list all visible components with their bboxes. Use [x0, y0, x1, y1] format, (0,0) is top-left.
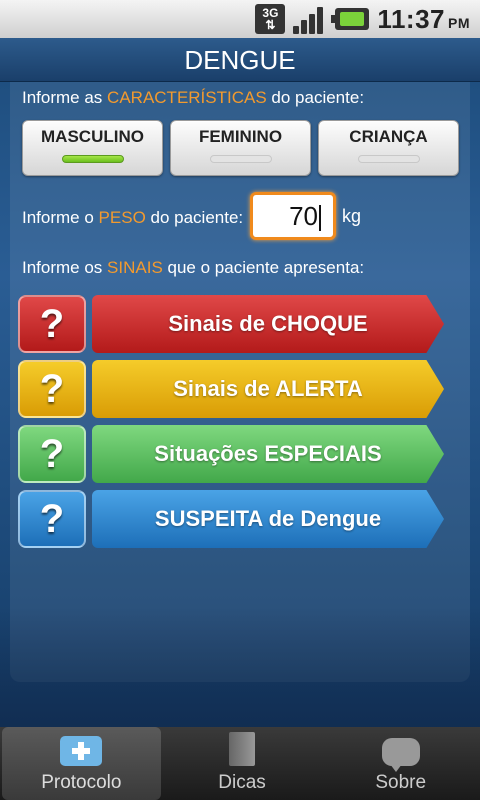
tab-dicas[interactable]: Dicas: [163, 727, 322, 800]
signal-strength-icon: [293, 4, 327, 34]
weight-value: 70: [289, 201, 318, 231]
help-choque-button[interactable]: ?: [18, 295, 86, 353]
weight-suffix: do paciente:: [145, 208, 244, 227]
unselected-indicator: [209, 155, 272, 163]
clock-ampm: PM: [448, 14, 470, 31]
tab-label: Sobre: [375, 772, 427, 793]
weight-highlight: PESO: [98, 208, 146, 227]
sinais-alerta-button[interactable]: Sinais de ALERTA: [92, 360, 444, 418]
battery-charging-icon: [331, 8, 370, 30]
signs-highlight: SINAIS: [107, 258, 163, 277]
weight-label: Informe o PESO do paciente:: [22, 208, 243, 228]
option-feminino-button[interactable]: FEMININO: [170, 120, 311, 176]
characteristics-highlight: CARACTERÍSTICAS: [107, 88, 267, 107]
option-label: FEMININO: [198, 127, 283, 146]
sinais-choque-button[interactable]: Sinais de CHOQUE: [92, 295, 444, 353]
characteristics-label: Informe as CARACTERÍSTICAS do paciente:: [22, 88, 364, 108]
book-icon: [229, 732, 255, 766]
main-content: Informe as CARACTERÍSTICAS do paciente: …: [0, 82, 480, 727]
data-arrows-icon: ⇅: [265, 18, 276, 32]
signs-prefix: Informe os: [22, 258, 108, 277]
help-suspeita-button[interactable]: ?: [18, 490, 86, 548]
weight-input[interactable]: 70: [250, 192, 336, 240]
situacoes-especiais-button[interactable]: Situações ESPECIAIS: [92, 425, 444, 483]
tab-sobre[interactable]: Sobre: [321, 727, 480, 800]
network-3g-icon: 3G ⇅: [255, 4, 286, 34]
signs-suffix: que o paciente apresenta:: [162, 258, 365, 277]
characteristics-prefix: Informe as: [22, 88, 108, 107]
app-title: DENGUE: [0, 38, 480, 82]
option-label: MASCULINO: [41, 127, 144, 146]
weight-unit: kg: [342, 206, 362, 226]
selected-indicator: [61, 155, 124, 163]
medkit-icon: [60, 736, 103, 766]
text-caret: [319, 205, 321, 232]
tab-label: Protocolo: [41, 772, 122, 793]
speech-bubble-icon: [381, 738, 420, 772]
clock: 11:37 PM: [377, 4, 470, 35]
help-alerta-button[interactable]: ?: [18, 360, 86, 418]
option-label: CRIANÇA: [349, 127, 428, 146]
status-bar: 3G ⇅ 11:37 PM: [0, 0, 480, 38]
suspeita-dengue-button[interactable]: SUSPEITA de Dengue: [92, 490, 444, 548]
unselected-indicator: [357, 155, 420, 163]
option-masculino-button[interactable]: MASCULINO: [22, 120, 163, 176]
bottom-tab-bar: Protocolo Dicas Sobre: [0, 727, 480, 800]
tab-label: Dicas: [218, 772, 266, 793]
help-especiais-button[interactable]: ?: [18, 425, 86, 483]
clock-time: 11:37: [377, 3, 445, 34]
tab-protocolo[interactable]: Protocolo: [2, 727, 161, 800]
characteristics-suffix: do paciente:: [266, 88, 365, 107]
weight-prefix: Informe o: [22, 208, 99, 227]
signs-label: Informe os SINAIS que o paciente apresen…: [22, 258, 364, 278]
option-crianca-button[interactable]: CRIANÇA: [318, 120, 459, 176]
